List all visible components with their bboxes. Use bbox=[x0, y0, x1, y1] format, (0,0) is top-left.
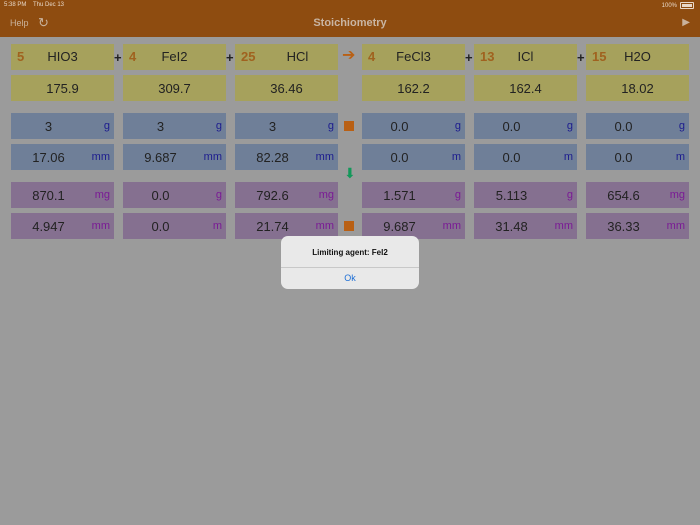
modal-overlay: Limiting agent: FeI2 Ok bbox=[0, 0, 700, 525]
limiting-agent-alert: Limiting agent: FeI2 Ok bbox=[281, 236, 419, 289]
ok-button[interactable]: Ok bbox=[281, 267, 419, 289]
alert-message: Limiting agent: FeI2 bbox=[312, 248, 388, 257]
